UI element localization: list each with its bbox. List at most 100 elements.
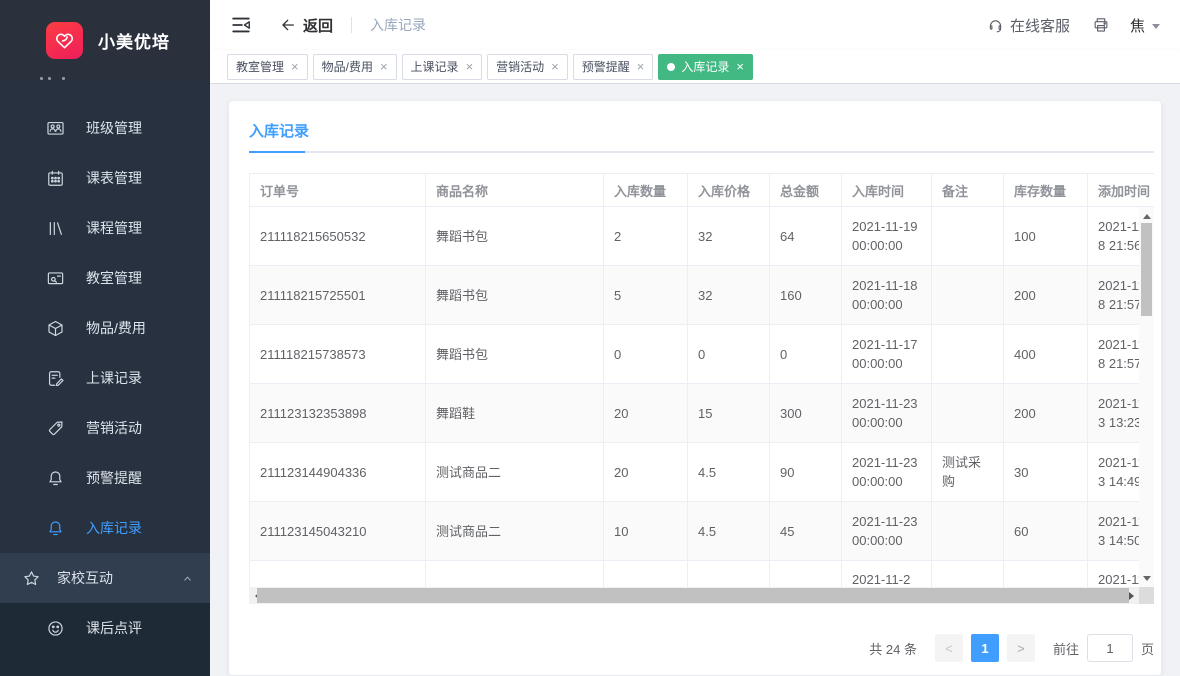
tags-view-tab[interactable]: 物品/费用 × [313, 54, 397, 80]
sidebar-item-classroom[interactable]: 教室管理 [0, 253, 210, 303]
scroll-right-arrow-icon[interactable] [1123, 587, 1139, 604]
sidebar-item-label: 教室管理 [86, 268, 142, 288]
close-icon[interactable]: × [551, 60, 559, 73]
tags-view-tab[interactable]: 营销活动 × [487, 54, 568, 80]
pagination-unit-label: 页 [1141, 639, 1154, 658]
sidebar-item-lesson-record[interactable]: 上课记录 [0, 353, 210, 403]
sidebar-item-alert-bell[interactable]: 预警提醒 [0, 453, 210, 503]
table-cell: 300 [770, 384, 842, 442]
pagination: 共 24 条 < 1 > 前往 页 [249, 634, 1154, 662]
horizontal-scrollbar[interactable] [249, 587, 1154, 604]
sidebar-item-marketing[interactable]: 营销活动 [0, 403, 210, 453]
table-cell: 4.5 [688, 443, 770, 501]
printer-icon[interactable] [1092, 16, 1110, 34]
pagination-goto-input[interactable] [1087, 634, 1133, 662]
table-cell [426, 561, 604, 587]
scroll-down-arrow-icon[interactable] [1139, 571, 1154, 585]
table-cell [604, 561, 688, 587]
close-icon[interactable]: × [291, 60, 299, 73]
horizontal-scrollbar-thumb[interactable] [257, 588, 1129, 603]
class-icon [46, 119, 65, 138]
pagination-prev-button[interactable]: < [935, 634, 963, 662]
table-row[interactable]: 211123144904336测试商品二204.5902021-11-23 00… [249, 443, 1154, 502]
table-cell: 2021-11-23 00:00:00 [842, 384, 932, 442]
sidebar-logo[interactable]: 小美优培 [0, 0, 210, 80]
table-cell [932, 325, 1004, 383]
table-row[interactable]: 211123132353898舞蹈鞋20153002021-11-23 00:0… [249, 384, 1154, 443]
table-cell: 2021-11-17 00:00:00 [842, 325, 932, 383]
table-cell: 30 [1004, 443, 1088, 501]
table-cell: 2021-11-19 00:00:00 [842, 207, 932, 265]
smile-icon [46, 619, 65, 638]
vertical-scrollbar[interactable] [1139, 207, 1154, 587]
vertical-scrollbar-thumb[interactable] [1141, 223, 1152, 316]
sidebar-item-label: 营销活动 [86, 418, 142, 438]
close-icon[interactable]: × [380, 60, 388, 73]
sidebar-item-review[interactable]: 课后点评 [0, 603, 210, 653]
inbound-bell-icon [46, 519, 65, 538]
table-cell [770, 561, 842, 587]
tags-view-bar: 教室管理 × 物品/费用 × 上课记录 × 营销活动 × 预警提醒 × 入库记录… [210, 50, 1180, 84]
table-cell [932, 207, 1004, 265]
table-row[interactable]: 2021-11-22021-11 [249, 561, 1154, 587]
table-cell: 211123144904336 [250, 443, 426, 501]
table-cell: 2 [604, 207, 688, 265]
table-cell: 64 [770, 207, 842, 265]
table-cell [688, 561, 770, 587]
table-cell: 15 [688, 384, 770, 442]
table-cell: 测试商品二 [426, 502, 604, 560]
schedule-icon [46, 169, 65, 188]
pagination-page-1[interactable]: 1 [971, 634, 999, 662]
app-name: 小美优培 [98, 28, 170, 53]
nav-divider [351, 17, 352, 33]
table-cell: 2021-11-23 00:00:00 [842, 502, 932, 560]
sidebar-submenu-home-school[interactable]: 家校互动 [0, 553, 210, 603]
table-row[interactable]: 211123145043210测试商品二104.5452021-11-23 00… [249, 502, 1154, 561]
clipped-menu-item [40, 76, 70, 80]
close-icon[interactable]: × [736, 60, 744, 73]
sidebar-item-class[interactable]: 班级管理 [0, 103, 210, 153]
table-column-header: 添加时间 [1088, 174, 1154, 206]
tags-view-tab[interactable]: 入库记录 × [658, 54, 753, 80]
sidebar-item-goods[interactable]: 物品/费用 [0, 303, 210, 353]
pagination-goto-label: 前往 [1053, 639, 1079, 658]
pagination-next-button[interactable]: > [1007, 634, 1035, 662]
sidebar-item-label: 班级管理 [86, 118, 142, 138]
active-dot-icon [667, 63, 675, 71]
user-menu[interactable]: 焦 [1130, 15, 1160, 36]
brand-heart-icon [46, 22, 83, 59]
star-icon [22, 569, 41, 588]
table-column-header: 订单号 [250, 174, 426, 206]
sidebar-item-schedule[interactable]: 课表管理 [0, 153, 210, 203]
table-row[interactable]: 211118215738573舞蹈书包0002021-11-17 00:00:0… [249, 325, 1154, 384]
table-row[interactable]: 211118215725501舞蹈书包5321602021-11-18 00:0… [249, 266, 1154, 325]
table-cell: 舞蹈书包 [426, 325, 604, 383]
back-button[interactable]: 返回 [280, 15, 333, 36]
username: 焦 [1130, 15, 1145, 36]
table-cell [932, 384, 1004, 442]
tags-view-tab[interactable]: 上课记录 × [402, 54, 483, 80]
table-header-row: 订单号商品名称入库数量入库价格总金额入库时间备注库存数量添加时间 [249, 173, 1154, 207]
tags-view-tab[interactable]: 教室管理 × [227, 54, 308, 80]
back-label: 返回 [303, 15, 333, 36]
table-cell: 舞蹈书包 [426, 266, 604, 324]
table-cell: 10 [604, 502, 688, 560]
close-icon[interactable]: × [466, 60, 474, 73]
sidebar-item-course[interactable]: 课程管理 [0, 203, 210, 253]
sidebar-fold-icon[interactable] [230, 14, 252, 36]
panel-tab-inbound-records[interactable]: 入库记录 [249, 121, 309, 143]
scroll-up-arrow-icon[interactable] [1139, 209, 1154, 223]
goods-icon [46, 319, 65, 338]
caret-down-icon [1152, 24, 1160, 29]
sidebar-item-inbound-bell[interactable]: 入库记录 [0, 503, 210, 553]
panel-tabs: 入库记录 [249, 121, 1152, 173]
sidebar-item-label: 课后点评 [86, 618, 142, 638]
tags-view-tab[interactable]: 预警提醒 × [573, 54, 654, 80]
table-cell: 211118215738573 [250, 325, 426, 383]
online-service-button[interactable]: 在线客服 [987, 15, 1070, 36]
table-column-header: 入库价格 [688, 174, 770, 206]
sidebar-item-label: 课程管理 [86, 218, 142, 238]
submenu-label: 家校互动 [57, 568, 113, 588]
close-icon[interactable]: × [637, 60, 645, 73]
table-row[interactable]: 211118215650532舞蹈书包232642021-11-19 00:00… [249, 207, 1154, 266]
